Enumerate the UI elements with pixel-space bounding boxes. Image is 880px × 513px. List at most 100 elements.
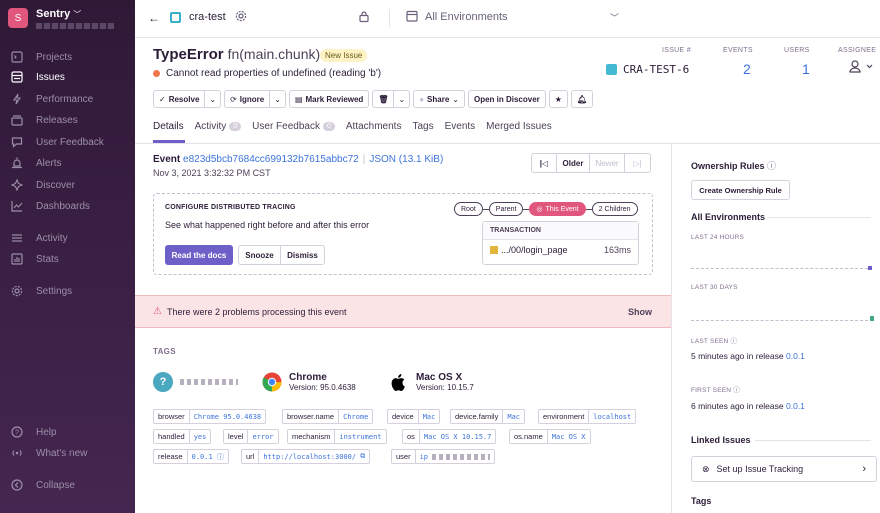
ip-blurred [432,453,491,460]
subscribe-button[interactable]: 🔔︎ [570,90,594,108]
event-id-link[interactable]: e823d5bcb7684cc699132b7615abbc72 [183,154,359,165]
json-link[interactable]: JSON (13.1 KiB) [369,154,443,165]
sidebar-item-alerts[interactable]: Alerts [10,155,62,171]
environment-selector[interactable]: All Environments [425,11,508,23]
dismiss-button[interactable]: Dismiss [280,245,325,265]
assignee-selector[interactable] [849,60,875,76]
new-issue-badge: New Issue [320,49,368,62]
sidebar-item-releases[interactable]: Releases [10,112,78,128]
question-icon[interactable]: ⓘ [767,161,776,171]
tag-pill[interactable]: user ip [391,449,496,464]
read-docs-button[interactable]: Read the docs [165,245,233,265]
bookmark-button[interactable]: ★ [548,90,568,108]
tag-pill[interactable]: os.name Mac OS X [509,429,591,444]
snooze-button[interactable]: Snooze [238,245,281,265]
error-type: TypeError [153,46,224,63]
project-icon [490,246,498,254]
banner-text: There were 2 problems processing this ev… [166,306,347,317]
sidebar-item-settings[interactable]: Settings [10,283,72,299]
ignore-button[interactable]: ⟳ Ignore [224,90,271,108]
project-icon [606,64,617,75]
first-seen-value: 6 minutes ago in release 0.0.1 [691,401,805,411]
delete-dropdown[interactable]: ⌄ [394,90,411,108]
error-message-text: Cannot read properties of undefined (rea… [166,68,382,79]
sidebar-item-issues[interactable]: Issues [10,69,65,85]
back-arrow-icon[interactable]: ← [148,11,160,25]
create-ownership-rule-button[interactable]: Create Ownership Rule [691,180,790,200]
transaction-duration: 163ms [603,245,631,255]
lock-icon[interactable] [358,10,370,26]
show-errors-button[interactable]: Show [628,307,652,317]
last-24-hours-label: LAST 24 HOURS [691,234,745,241]
release-link[interactable]: 0.0.1 [786,401,805,411]
chevron-down-icon: ⌄ [398,94,406,104]
card-title: CONFIGURE DISTRIBUTED TRACING [165,204,296,211]
tag-pill[interactable]: device.family Mac [450,409,526,424]
users-count[interactable]: 1 [802,61,810,77]
trace-link [585,208,592,210]
inbox-icon: ▤ [294,94,303,104]
sidebar-item-whats-new[interactable]: What's new [10,445,87,461]
divider [755,440,871,441]
setup-issue-tracking-button[interactable]: ⊗ Set up Issue Tracking › [691,456,877,482]
sidebar-item-discover[interactable]: Discover [10,177,75,193]
mark-reviewed-button[interactable]: ▤ Mark Reviewed [288,90,370,108]
share-button[interactable]: ● Share ⌄ [413,90,465,108]
older-event-button[interactable]: Older [557,153,590,173]
newer-event-button[interactable]: Newer [590,153,625,173]
org-switcher[interactable]: S Sentry ﹀ [8,8,114,29]
tag-pill[interactable]: os Mac OS X 10.15.7 [402,429,497,444]
issue-short-id[interactable]: CRA-TEST-6 [606,63,689,76]
tab-attachments[interactable]: Attachments [346,121,402,132]
issues-icon [10,70,24,84]
sidebar-item-collapse[interactable]: Collapse [10,477,75,493]
activity-icon [10,231,24,245]
tag-pill[interactable]: browser.name Chrome [282,409,374,424]
sidebar-item-projects[interactable]: Projects [10,49,72,65]
tag-pill[interactable]: url http://localhost:3000/ ⧉ [241,449,371,464]
trace-children-pill: 2 Children [591,202,638,216]
sidebar-item-label: Projects [36,51,73,63]
resolve-button[interactable]: ✓ Resolve [153,90,206,108]
tag-pill[interactable]: device Mac [387,409,441,424]
tab-details[interactable]: Details [153,121,184,132]
svg-text:?: ? [15,430,19,437]
first-event-button[interactable]: |◁ [531,153,557,173]
ownership-rules-title: Ownership Rules ⓘ [691,161,777,171]
chevron-down-icon[interactable]: ﹀ [610,11,619,24]
tag-pill[interactable]: release 0.0.1 ⓘ [153,449,229,464]
question-icon[interactable]: ⓘ [733,387,740,394]
transaction-row[interactable]: .../00/login_page 163ms [483,240,638,260]
open-in-discover-button[interactable]: Open in Discover [467,90,546,108]
tag-pill[interactable]: handled yes [153,429,212,444]
info-icon[interactable]: ⓘ [217,452,224,462]
sidebar-item-user-feedback[interactable]: User Feedback [10,134,104,150]
tab-events[interactable]: Events [445,121,476,132]
tag-pill[interactable]: browser Chrome 95.0.4638 [153,409,267,424]
project-selector[interactable]: cra-test [189,11,226,23]
release-link[interactable]: 0.0.1 [786,351,805,361]
users-label: USERS [784,47,810,54]
gear-icon[interactable] [235,10,247,25]
external-link-icon[interactable]: ⧉ [360,452,365,461]
tab-merged-issues[interactable]: Merged Issues [486,121,552,132]
sidebar-item-stats[interactable]: Stats [10,251,59,267]
sidebar-item-dashboards[interactable]: Dashboards [10,198,90,214]
tab-user-feedback[interactable]: User Feedback 0 [252,121,335,132]
sidebar-item-label: Help [36,426,57,438]
tag-pill[interactable]: level error [223,429,279,444]
tag-pill[interactable]: mechanism instrument [287,429,387,444]
latest-event-button[interactable]: ▷| [625,153,651,173]
ignore-dropdown[interactable]: ⌄ [270,90,286,108]
bell-icon: 🔔︎ [576,94,588,104]
question-icon[interactable]: ⓘ [730,338,737,345]
events-count[interactable]: 2 [743,61,751,77]
resolve-dropdown[interactable]: ⌄ [205,90,222,108]
tag-pill[interactable]: environment localhost [538,409,637,424]
sidebar-item-activity[interactable]: Activity [10,230,68,246]
sidebar-item-help[interactable]: ? Help [10,424,57,440]
tab-activity[interactable]: Activity 0 [195,121,242,132]
tab-tags[interactable]: Tags [412,121,433,132]
delete-button[interactable]: 🗑 [372,90,395,108]
sidebar-item-performance[interactable]: Performance [10,91,93,107]
